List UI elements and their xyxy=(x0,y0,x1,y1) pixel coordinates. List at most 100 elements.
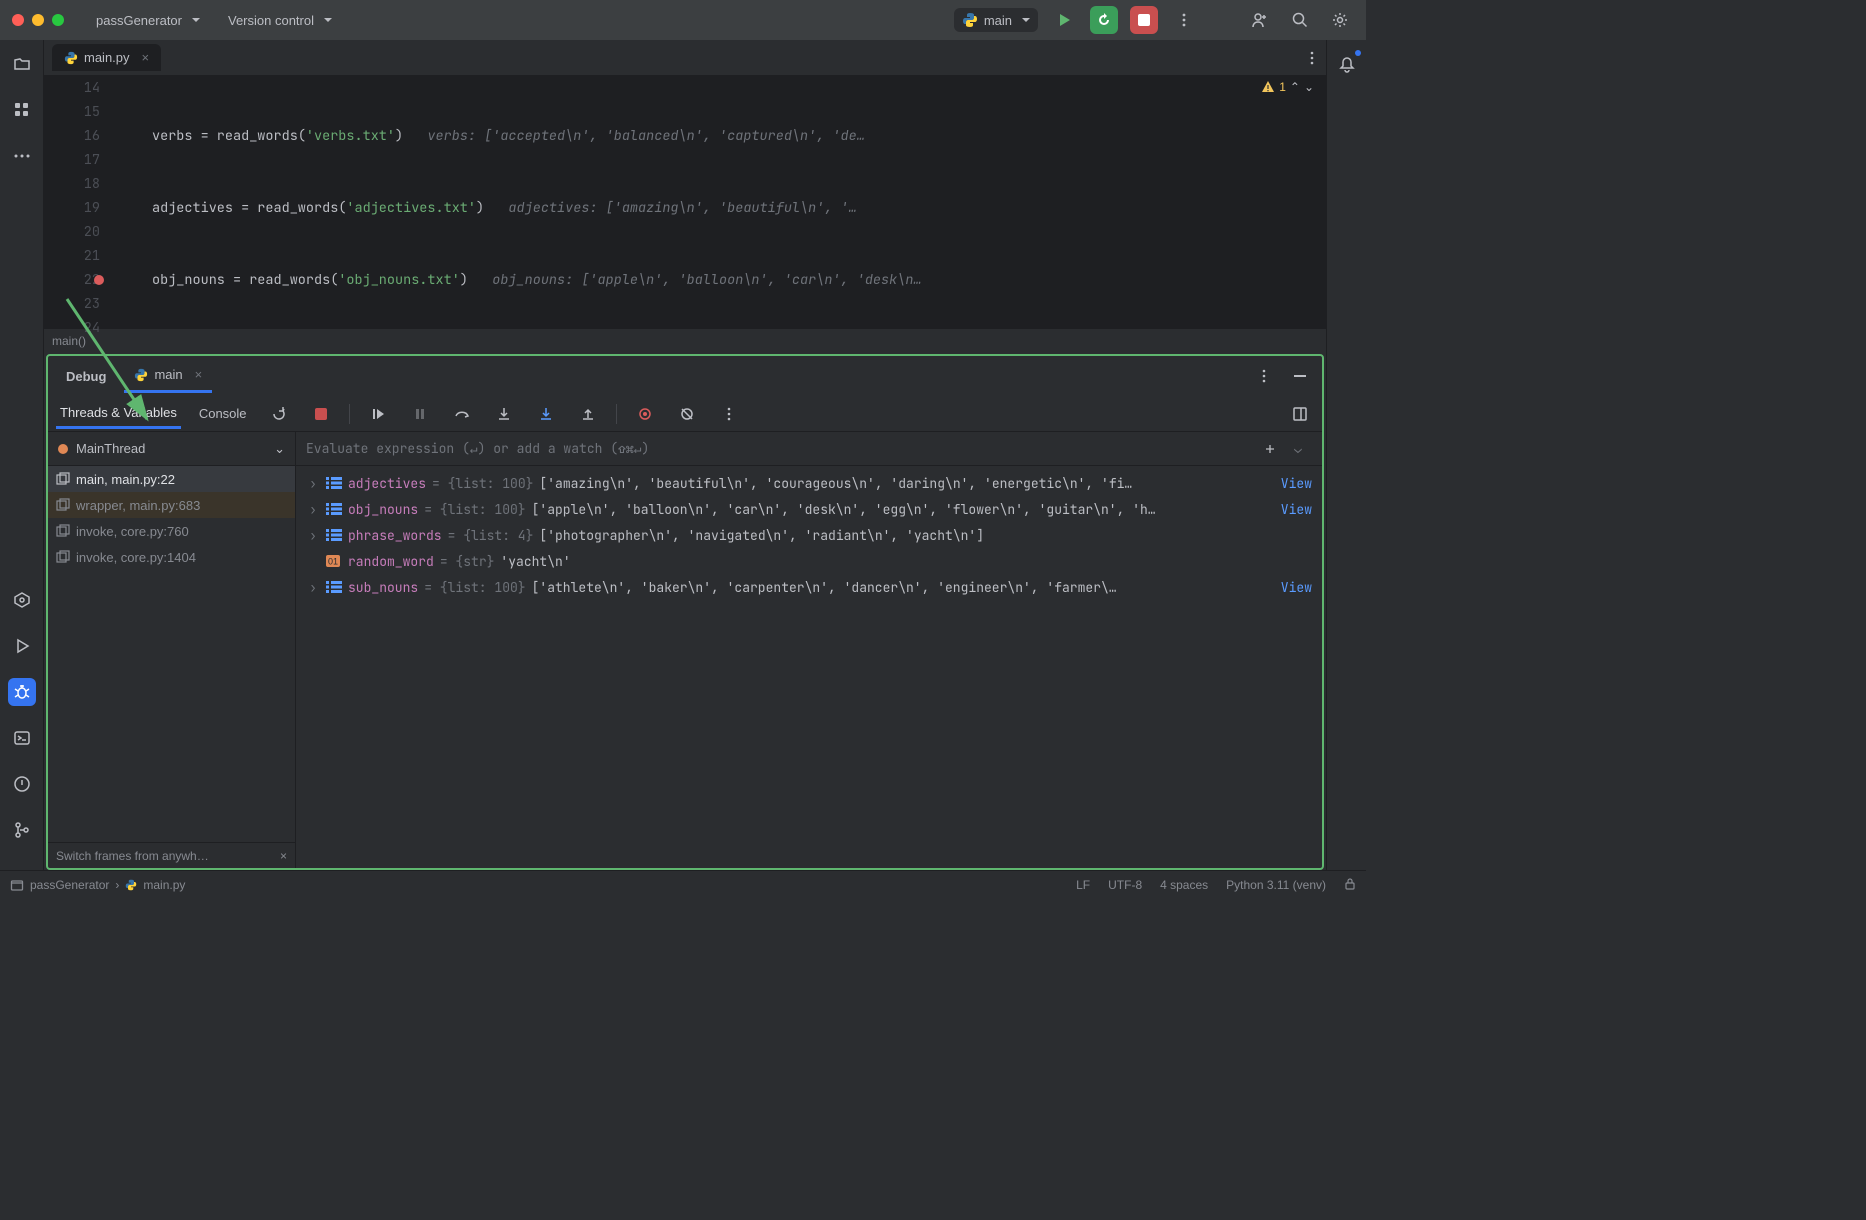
debug-options-icon[interactable] xyxy=(1250,362,1278,390)
tab-threads-variables[interactable]: Threads & Variables xyxy=(56,399,181,429)
variable-row[interactable]: › sub_nouns = {list: 100} ['athlete\n', … xyxy=(296,574,1322,600)
minimize-panel-icon[interactable] xyxy=(1286,362,1314,390)
breadcrumb[interactable]: passGenerator › main.py xyxy=(10,878,185,892)
problems-tool-icon[interactable] xyxy=(8,770,36,798)
frame-row[interactable]: invoke, core.py:760 xyxy=(48,518,295,544)
indent-status[interactable]: 4 spaces xyxy=(1160,878,1208,892)
minimize-window-button[interactable] xyxy=(32,14,44,26)
step-into-my-code-icon[interactable] xyxy=(532,400,560,428)
settings-icon[interactable] xyxy=(1326,6,1354,34)
notifications-icon[interactable] xyxy=(1333,50,1361,78)
frames-pane: MainThread ⌄ main, main.py:22 wrapper, m… xyxy=(48,432,296,868)
debug-title: Debug xyxy=(56,361,116,392)
expand-eval-icon[interactable]: ⌄ xyxy=(1284,435,1312,463)
chevron-down-icon[interactable]: ⌄ xyxy=(274,441,285,457)
view-link[interactable]: View xyxy=(1281,579,1312,596)
close-hint-icon[interactable]: × xyxy=(280,849,287,863)
interpreter-status[interactable]: Python 3.11 (venv) xyxy=(1226,878,1326,892)
mute-breakpoints-icon[interactable] xyxy=(673,400,701,428)
expand-arrow-icon[interactable]: › xyxy=(306,527,320,544)
expand-arrow-icon[interactable]: › xyxy=(306,579,320,596)
project-dropdown[interactable]: passGenerator xyxy=(88,9,208,32)
frames-footer[interactable]: Switch frames from anywh… × xyxy=(48,842,295,868)
variable-row[interactable]: › obj_nouns = {list: 100} ['apple\n', 'b… xyxy=(296,496,1322,522)
variable-row[interactable]: 01 random_word = {str} 'yacht\n' xyxy=(296,548,1322,574)
file-tab-bar: main.py × xyxy=(44,40,1326,76)
search-icon[interactable] xyxy=(1286,6,1314,34)
frame-row[interactable]: main, main.py:22 xyxy=(48,466,295,492)
view-link[interactable]: View xyxy=(1281,501,1312,518)
layout-icon[interactable] xyxy=(1286,400,1314,428)
encoding-status[interactable]: UTF-8 xyxy=(1108,878,1142,892)
terminal-tool-icon[interactable] xyxy=(8,724,36,752)
code-with-me-icon[interactable] xyxy=(1246,6,1274,34)
breakpoint-icon[interactable] xyxy=(94,275,104,285)
code-editor[interactable]: 1 ⌃ ⌄ 14 15 16 17 18 19 20 21 22 23 24 v… xyxy=(44,76,1326,328)
list-type-icon xyxy=(326,502,342,516)
more-tools-icon[interactable] xyxy=(8,142,36,170)
add-watch-icon[interactable] xyxy=(1256,435,1284,463)
maximize-window-button[interactable] xyxy=(52,14,64,26)
run-tool-icon[interactable] xyxy=(8,632,36,660)
expand-arrow-icon[interactable]: › xyxy=(306,475,320,492)
frames-list[interactable]: main, main.py:22 wrapper, main.py:683 in… xyxy=(48,466,295,842)
python-file-icon xyxy=(64,51,78,65)
status-bar: passGenerator › main.py LF UTF-8 4 space… xyxy=(0,870,1366,898)
debug-more-icon[interactable] xyxy=(715,400,743,428)
rerun-icon[interactable] xyxy=(265,400,293,428)
debug-button[interactable] xyxy=(1090,6,1118,34)
stop-debug-icon[interactable] xyxy=(307,400,335,428)
project-tool-icon[interactable] xyxy=(8,50,36,78)
inspection-badge[interactable]: 1 ⌃ ⌄ xyxy=(1261,80,1314,94)
code-breadcrumb[interactable]: main() xyxy=(44,328,1326,352)
tab-console[interactable]: Console xyxy=(195,400,251,427)
line-sep-status[interactable]: LF xyxy=(1076,878,1090,892)
run-button[interactable] xyxy=(1050,6,1078,34)
file-tab-main[interactable]: main.py × xyxy=(52,44,161,71)
evaluate-input[interactable]: Evaluate expression (↵) or add a watch (… xyxy=(296,432,1322,466)
vcs-dropdown[interactable]: Version control xyxy=(220,9,340,32)
thread-selector[interactable]: MainThread ⌄ xyxy=(48,432,295,466)
chevron-down-icon[interactable]: ⌄ xyxy=(1304,80,1314,94)
project-name: passGenerator xyxy=(96,13,182,28)
file-tab-label: main.py xyxy=(84,50,130,65)
variable-row[interactable]: › adjectives = {list: 100} ['amazing\n',… xyxy=(296,470,1322,496)
list-type-icon xyxy=(326,528,342,542)
frame-row[interactable]: invoke, core.py:1404 xyxy=(48,544,295,570)
thread-status-icon xyxy=(58,444,68,454)
more-button[interactable] xyxy=(1170,6,1198,34)
left-tool-rail xyxy=(0,40,44,870)
tab-more-icon[interactable] xyxy=(1298,44,1326,72)
structure-tool-icon[interactable] xyxy=(8,96,36,124)
run-config-dropdown[interactable]: main xyxy=(954,8,1038,32)
variables-list[interactable]: › adjectives = {list: 100} ['amazing\n',… xyxy=(296,466,1322,868)
vcs-label: Version control xyxy=(228,13,314,28)
python-console-icon[interactable] xyxy=(8,586,36,614)
step-into-icon[interactable] xyxy=(490,400,518,428)
expand-arrow-icon[interactable]: › xyxy=(306,501,320,518)
frame-row[interactable]: wrapper, main.py:683 xyxy=(48,492,295,518)
close-session-icon[interactable]: × xyxy=(195,367,203,382)
lock-icon[interactable] xyxy=(1344,878,1356,892)
debug-session-tab[interactable]: main × xyxy=(124,359,212,393)
view-breakpoints-icon[interactable] xyxy=(631,400,659,428)
stop-button[interactable] xyxy=(1130,6,1158,34)
debug-tool-icon[interactable] xyxy=(8,678,36,706)
close-tab-icon[interactable]: × xyxy=(142,50,150,65)
variables-pane: Evaluate expression (↵) or add a watch (… xyxy=(296,432,1322,868)
editor-content: main.py × 1 ⌃ ⌄ 14 15 16 xyxy=(44,40,1326,870)
chevron-up-icon[interactable]: ⌃ xyxy=(1290,80,1300,94)
list-type-icon xyxy=(326,476,342,490)
close-window-button[interactable] xyxy=(12,14,24,26)
debug-toolbar: Threads & Variables Console xyxy=(48,396,1322,432)
view-link[interactable]: View xyxy=(1281,475,1312,492)
resume-icon[interactable] xyxy=(364,400,392,428)
pause-icon[interactable] xyxy=(406,400,434,428)
window-controls xyxy=(12,14,64,26)
code-body[interactable]: verbs = read_words('verbs.txt') verbs: [… xyxy=(128,76,1326,328)
git-tool-icon[interactable] xyxy=(8,816,36,844)
gutter[interactable]: 14 15 16 17 18 19 20 21 22 23 24 xyxy=(44,76,128,328)
step-out-icon[interactable] xyxy=(574,400,602,428)
step-over-icon[interactable] xyxy=(448,400,476,428)
variable-row[interactable]: › phrase_words = {list: 4} ['photographe… xyxy=(296,522,1322,548)
